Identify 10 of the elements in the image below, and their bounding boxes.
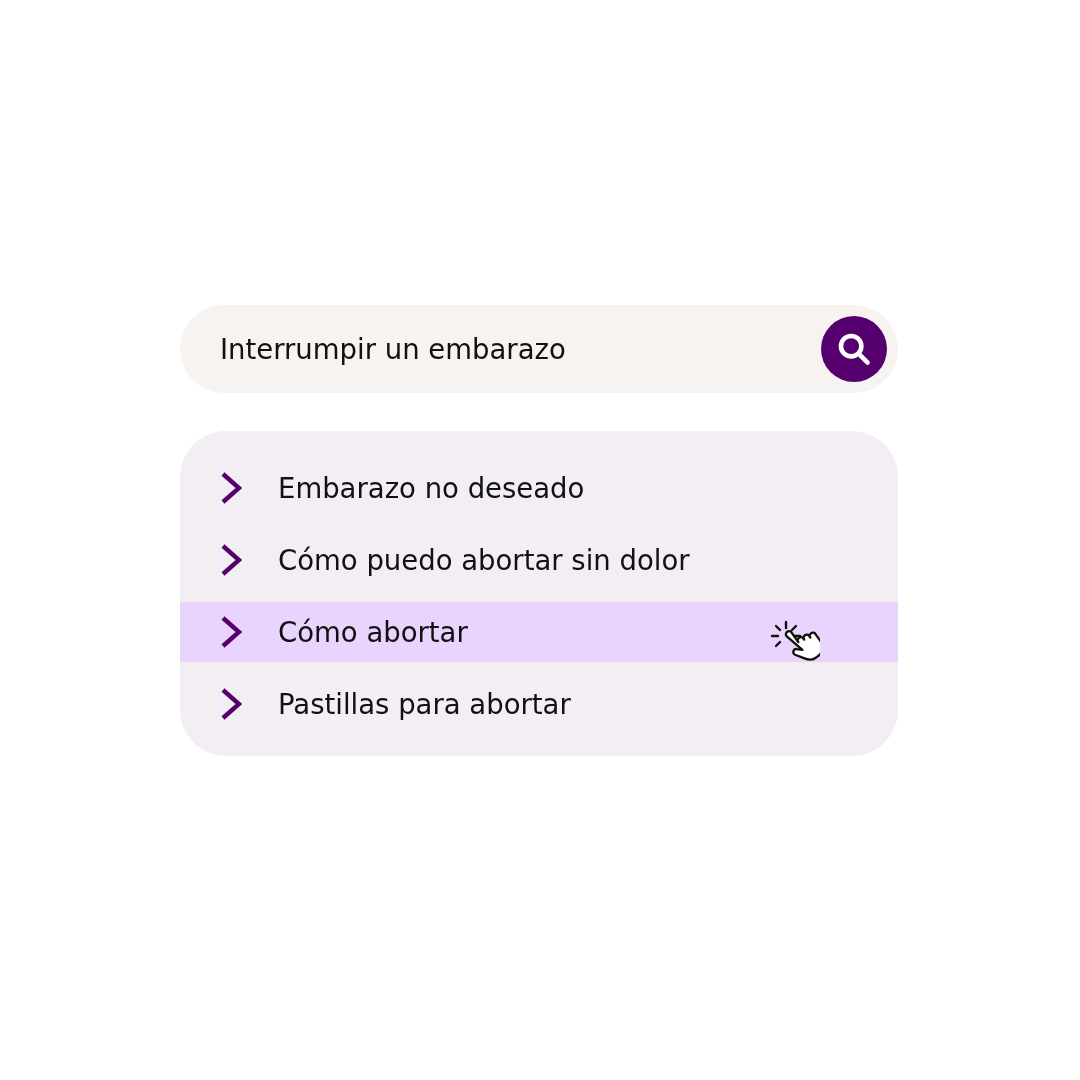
chevron-right-icon bbox=[220, 544, 242, 576]
chevron-right-icon bbox=[220, 616, 242, 648]
suggestion-item[interactable]: Embarazo no deseado bbox=[180, 458, 898, 518]
suggestion-item[interactable]: Cómo abortar bbox=[180, 602, 898, 662]
suggestion-item[interactable]: Pastillas para abortar bbox=[180, 674, 898, 734]
chevron-right-icon bbox=[220, 688, 242, 720]
search-field[interactable]: Interrumpir un embarazo bbox=[180, 305, 898, 393]
search-icon bbox=[837, 332, 871, 366]
suggestion-item[interactable]: Cómo puedo abortar sin dolor bbox=[180, 530, 898, 590]
chevron-right-icon bbox=[220, 472, 242, 504]
